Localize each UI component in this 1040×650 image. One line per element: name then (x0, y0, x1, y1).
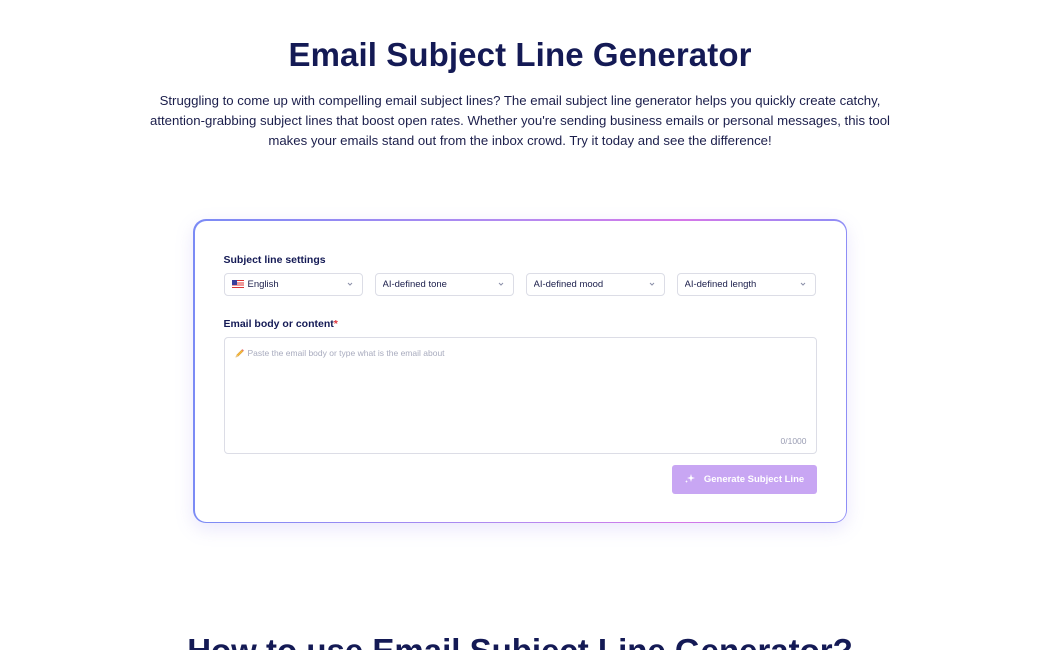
language-select-value: English (247, 278, 279, 290)
chevron-down-icon (346, 280, 354, 288)
generator-card-body: Subject line settings English AI-defined… (194, 220, 846, 522)
us-flag-icon (231, 280, 244, 288)
email-body-label-text: Email body or content (223, 317, 334, 330)
generator-card: Subject line settings English AI-defined… (193, 219, 847, 523)
char-counter: 0/1000 (780, 435, 807, 446)
settings-label: Subject line settings (223, 253, 326, 266)
pencil-icon (234, 348, 244, 358)
chevron-down-icon (799, 280, 807, 288)
chevron-down-icon (497, 280, 505, 288)
required-marker: * (333, 317, 338, 330)
language-select[interactable]: English (223, 272, 363, 296)
length-select[interactable]: AI-defined length (676, 272, 816, 296)
email-body-input[interactable]: Paste the email body or type what is the… (223, 336, 817, 454)
mood-select-value: AI-defined mood (533, 278, 604, 290)
tone-select[interactable]: AI-defined tone (374, 272, 514, 296)
how-to-section-title: How to use Email Subject Line Generator? (0, 632, 1040, 650)
tone-select-value: AI-defined tone (382, 278, 447, 290)
length-select-value: AI-defined length (684, 278, 757, 290)
email-body-label: Email body or content* (224, 318, 338, 330)
sparkle-icon (684, 474, 695, 483)
mood-select[interactable]: AI-defined mood (525, 272, 665, 296)
chevron-down-icon (648, 280, 656, 288)
generate-button-label: Generate Subject Line (703, 473, 805, 485)
page-description: Struggling to come up with compelling em… (150, 93, 890, 148)
page-title: Email Subject Line Generator (288, 36, 752, 73)
email-body-placeholder-text: Paste the email body or type what is the… (247, 348, 445, 358)
page: Email Subject Line Generator Struggling … (0, 0, 1040, 650)
generate-subject-line-button[interactable]: Generate Subject Line (671, 464, 817, 494)
email-body-placeholder: Paste the email body or type what is the… (234, 348, 445, 359)
